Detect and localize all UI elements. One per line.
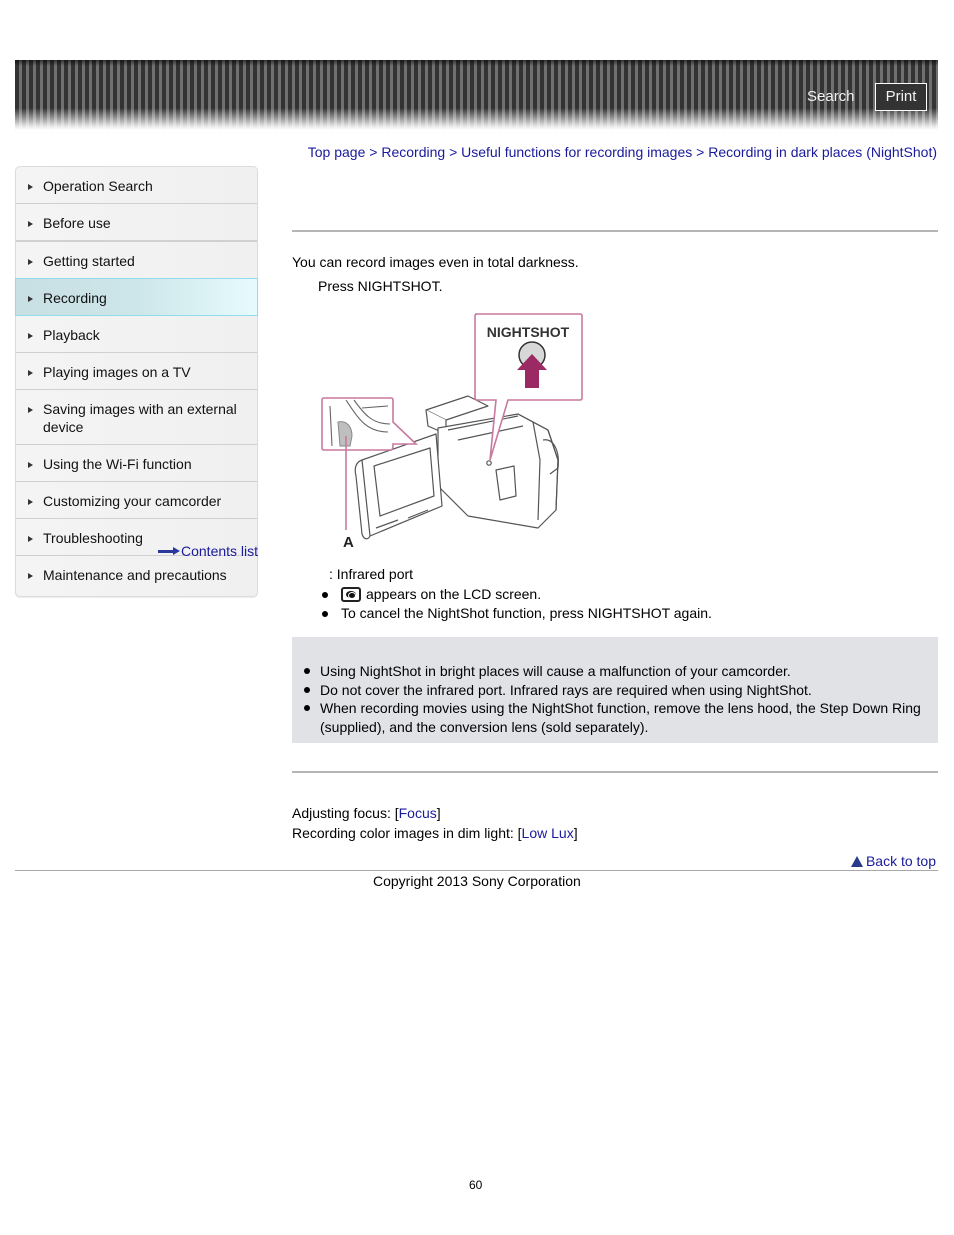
copyright-text: Copyright 2013 Sony Corporation [373, 873, 581, 889]
callout-label-a: A [343, 534, 354, 551]
result-bullet-list: appears on the LCD screen. To cancel the… [322, 585, 712, 623]
sidebar-item-label: Getting started [43, 253, 135, 269]
note-text: Do not cover the infrared port. Infrared… [320, 681, 812, 698]
breadcrumb-current-page[interactable]: Recording in dark places (NightShot) [708, 144, 937, 160]
caret-right-icon [28, 259, 33, 265]
bullet-icon [304, 705, 310, 711]
infrared-port-caption: : Infrared port [329, 566, 414, 582]
low-lux-link[interactable]: Low Lux [522, 825, 574, 841]
related-topics: Adjusting focus: [Focus] Recording color… [292, 803, 578, 843]
caret-right-icon [28, 296, 33, 302]
note-item: When recording movies using the NightSho… [304, 699, 934, 736]
footer-divider [15, 870, 938, 871]
sidebar-item-playback[interactable]: Playback [16, 316, 257, 353]
sidebar-item-maintenance[interactable]: Maintenance and precautions [16, 556, 257, 596]
sidebar-item-operation-search[interactable]: Operation Search [16, 167, 257, 204]
triangle-up-icon [850, 855, 863, 867]
caret-right-icon [28, 462, 33, 468]
breadcrumb-separator: > [696, 144, 709, 160]
breadcrumb-useful-functions[interactable]: Useful functions for recording images [461, 144, 692, 160]
breadcrumb-separator: > [369, 144, 382, 160]
caret-right-icon [28, 407, 33, 413]
related-prefix: Adjusting focus: [ [292, 805, 399, 821]
note-item: Using NightShot in bright places will ca… [304, 662, 934, 681]
sidebar-item-label: Maintenance and precautions [43, 567, 227, 583]
note-text: Using NightShot in bright places will ca… [320, 663, 791, 679]
page-number: 60 [469, 1178, 483, 1192]
nightshot-button-label: NIGHTSHOT [487, 324, 570, 340]
contents-list-link[interactable]: Contents list [158, 543, 258, 559]
contents-list-label: Contents list [181, 543, 259, 559]
related-item-low-lux: Recording color images in dim light: [Lo… [292, 823, 578, 843]
caret-right-icon [28, 184, 33, 190]
arrow-right-icon [158, 547, 180, 555]
note-text: When recording movies using the NightSho… [320, 700, 921, 735]
sidebar-item-getting-started[interactable]: Getting started [16, 242, 257, 279]
breadcrumb: Top page > Recording > Useful functions … [308, 144, 937, 160]
sidebar-item-label: Playback [43, 327, 100, 343]
breadcrumb-recording[interactable]: Recording [381, 144, 445, 160]
related-item-focus: Adjusting focus: [Focus] [292, 803, 578, 823]
caret-right-icon [28, 573, 33, 579]
camcorder-illustration: NIGHTSHOT A [321, 313, 583, 551]
sidebar-item-saving-images[interactable]: Saving images with an external device [16, 390, 257, 445]
bullet-icon [304, 686, 310, 693]
sidebar-item-label: Using the Wi-Fi function [43, 456, 192, 472]
bullet-text: To cancel the NightShot function, press … [341, 605, 712, 621]
bullet-icon [304, 668, 310, 674]
related-divider [292, 771, 938, 773]
sidebar-item-recording[interactable]: Recording [15, 278, 258, 316]
list-item: appears on the LCD screen. [322, 585, 712, 604]
intro-text: You can record images even in total dark… [292, 254, 579, 270]
breadcrumb-top-page[interactable]: Top page [308, 144, 366, 160]
related-suffix: ] [573, 825, 578, 841]
focus-link[interactable]: Focus [399, 805, 437, 821]
sidebar-item-before-use[interactable]: Before use [16, 204, 257, 242]
bullet-icon [322, 610, 328, 617]
sidebar-item-label: Recording [43, 290, 107, 306]
sidebar-item-label: Troubleshooting [43, 530, 143, 546]
related-prefix: Recording color images in dim light: [ [292, 825, 522, 841]
title-divider [292, 230, 938, 232]
caret-right-icon [28, 370, 33, 376]
bullet-text: appears on the LCD screen. [366, 586, 542, 602]
back-to-top-label: Back to top [865, 853, 936, 869]
step-text: Press NIGHTSHOT. [318, 278, 443, 294]
caret-right-icon [28, 536, 33, 542]
related-suffix: ] [436, 805, 441, 821]
notes-list: Using NightShot in bright places will ca… [304, 662, 934, 736]
list-item: To cancel the NightShot function, press … [322, 604, 712, 623]
caret-right-icon [28, 333, 33, 339]
caret-right-icon [28, 499, 33, 505]
bullet-icon [322, 591, 328, 598]
sidebar-item-label: Saving images with an external device [43, 401, 237, 435]
sidebar-nav: Operation Search Before use Getting star… [15, 166, 258, 597]
print-button[interactable]: Print [875, 83, 927, 111]
sidebar-item-customizing[interactable]: Customizing your camcorder [16, 482, 257, 519]
sidebar-item-wifi[interactable]: Using the Wi-Fi function [16, 445, 257, 482]
sidebar-item-label: Playing images on a TV [43, 364, 191, 380]
sidebar-item-label: Operation Search [43, 178, 153, 194]
search-link[interactable]: Search [807, 88, 855, 105]
sidebar-item-label: Customizing your camcorder [43, 493, 222, 509]
sidebar-item-playing-on-tv[interactable]: Playing images on a TV [16, 353, 257, 390]
header-bar: Search Print [15, 60, 938, 130]
sidebar-item-label: Before use [43, 215, 111, 231]
note-item: Do not cover the infrared port. Infrared… [304, 681, 934, 700]
caret-right-icon [28, 221, 33, 227]
back-to-top-link[interactable]: Back to top [850, 853, 936, 869]
breadcrumb-separator: > [449, 144, 462, 160]
nightshot-indicator-icon [341, 587, 361, 602]
infrared-callout [321, 397, 418, 451]
